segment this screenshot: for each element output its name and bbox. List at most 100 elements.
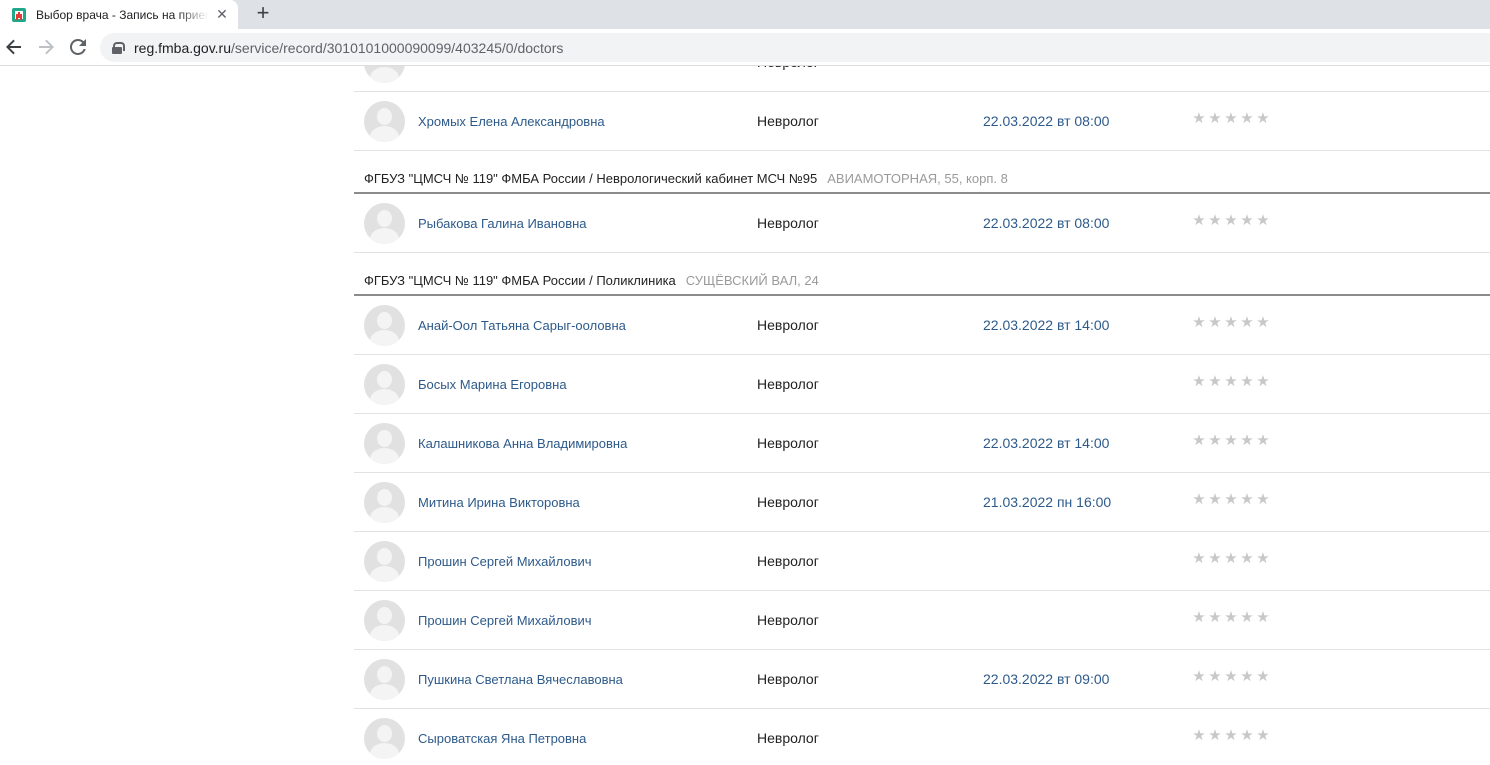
- browser-toolbar: reg.fmba.gov.ru/service/record/301010100…: [0, 29, 1490, 66]
- star-icon[interactable]: ★: [1240, 728, 1254, 744]
- doctor-rating: ★★★★★: [1192, 374, 1270, 390]
- star-icon[interactable]: ★: [1224, 315, 1238, 331]
- doctor-avatar: [364, 305, 405, 346]
- star-icon[interactable]: ★: [1208, 551, 1222, 567]
- star-icon[interactable]: ★: [1256, 433, 1270, 449]
- star-icon[interactable]: ★: [1192, 728, 1206, 744]
- nearest-appointment-link[interactable]: 21.03.2022 пн 16:00: [983, 494, 1111, 510]
- doctor-avatar: [364, 203, 405, 244]
- nearest-appointment-link[interactable]: 22.03.2022 вт 08:00: [983, 113, 1109, 129]
- star-icon[interactable]: ★: [1240, 610, 1254, 626]
- star-icon[interactable]: ★: [1192, 551, 1206, 567]
- star-icon[interactable]: ★: [1208, 111, 1222, 127]
- star-icon[interactable]: ★: [1256, 213, 1270, 229]
- star-icon[interactable]: ★: [1208, 610, 1222, 626]
- arrow-left-icon: [6, 39, 21, 55]
- doctor-name-link[interactable]: Хромых Елена Александровна: [418, 114, 605, 129]
- star-icon[interactable]: ★: [1208, 669, 1222, 685]
- doctor-name-link[interactable]: Калашникова Анна Владимировна: [418, 436, 627, 451]
- star-icon[interactable]: ★: [1192, 213, 1206, 229]
- star-icon[interactable]: ★: [1240, 433, 1254, 449]
- doctor-rating: ★★★★★: [1192, 213, 1270, 229]
- star-icon[interactable]: ★: [1208, 213, 1222, 229]
- star-icon[interactable]: ★: [1240, 669, 1254, 685]
- star-icon[interactable]: ★: [1192, 111, 1206, 127]
- star-icon[interactable]: ★: [1240, 315, 1254, 331]
- back-button[interactable]: [2, 35, 26, 59]
- reload-button[interactable]: [66, 35, 90, 59]
- doctor-name-link[interactable]: Прошин Сергей Михайлович: [418, 554, 592, 569]
- star-icon[interactable]: ★: [1256, 551, 1270, 567]
- star-icon[interactable]: ★: [1240, 213, 1254, 229]
- star-icon[interactable]: ★: [1192, 610, 1206, 626]
- clinic-group-header: ФГБУЗ "ЦМСЧ № 119" ФМБА России / Невроло…: [354, 151, 1490, 194]
- doctor-row: Калашникова Анна Владимировна Невролог 22.…: [354, 414, 1490, 473]
- star-icon[interactable]: ★: [1208, 492, 1222, 508]
- star-icon[interactable]: ★: [1256, 610, 1270, 626]
- star-icon[interactable]: ★: [1208, 374, 1222, 390]
- new-tab-button[interactable]: +: [252, 2, 274, 24]
- star-icon[interactable]: ★: [1224, 213, 1238, 229]
- star-icon[interactable]: ★: [1240, 492, 1254, 508]
- tab-close-icon[interactable]: ✕: [214, 6, 230, 22]
- doctor-rating: ★★★★★: [1192, 433, 1270, 449]
- doctor-row: Прошин Сергей Михайлович Невролог ★ ★ ★ ★ ★: [354, 532, 1490, 591]
- clinic-address: АВИАМОТОРНАЯ, 55, корп. 8: [827, 171, 1008, 186]
- doctor-rating: ★★★★★: [1192, 669, 1270, 685]
- star-icon[interactable]: ★: [1224, 66, 1238, 68]
- url-text[interactable]: reg.fmba.gov.ru/service/record/301010100…: [134, 40, 563, 56]
- star-icon[interactable]: ★: [1192, 66, 1206, 68]
- doctor-avatar: [364, 541, 405, 582]
- doctor-name-link[interactable]: Рыбакова Галина Ивановна: [418, 216, 587, 231]
- tab-strip: Выбор врача - Запись на прием к врачу ✕ …: [0, 0, 1490, 29]
- star-icon[interactable]: ★: [1256, 315, 1270, 331]
- nearest-appointment-link[interactable]: 22.03.2022 вт 14:00: [983, 317, 1109, 333]
- address-bar[interactable]: reg.fmba.gov.ru/service/record/301010100…: [100, 33, 1490, 62]
- doctor-specialty: Невролог: [757, 612, 819, 628]
- doctor-name-link[interactable]: Пушкина Светлана Вячеславовна: [418, 672, 623, 687]
- doctor-name-link[interactable]: Прошин Сергей Михайлович: [418, 613, 592, 628]
- star-icon[interactable]: ★: [1192, 669, 1206, 685]
- star-icon[interactable]: ★: [1208, 728, 1222, 744]
- arrow-right-icon: [39, 39, 54, 55]
- star-icon[interactable]: ★: [1256, 492, 1270, 508]
- star-icon[interactable]: ★: [1224, 374, 1238, 390]
- star-icon[interactable]: ★: [1224, 111, 1238, 127]
- doctor-name-link[interactable]: Босых Марина Егоровна: [418, 377, 567, 392]
- star-icon[interactable]: ★: [1256, 111, 1270, 127]
- star-icon[interactable]: ★: [1240, 111, 1254, 127]
- star-icon[interactable]: ★: [1192, 374, 1206, 390]
- star-icon[interactable]: ★: [1240, 66, 1254, 68]
- browser-tab-active[interactable]: Выбор врача - Запись на прием к врачу ✕: [0, 0, 238, 29]
- star-icon[interactable]: ★: [1256, 728, 1270, 744]
- star-icon[interactable]: ★: [1192, 315, 1206, 331]
- star-icon[interactable]: ★: [1224, 669, 1238, 685]
- star-icon[interactable]: ★: [1256, 669, 1270, 685]
- star-icon[interactable]: ★: [1224, 433, 1238, 449]
- tab-title: Выбор врача - Запись на прием к врачу: [36, 7, 208, 22]
- star-icon[interactable]: ★: [1208, 433, 1222, 449]
- star-icon[interactable]: ★: [1192, 433, 1206, 449]
- forward-button[interactable]: [34, 35, 58, 59]
- doctor-name-link[interactable]: Сыроватская Яна Петровна: [418, 731, 586, 746]
- star-icon[interactable]: ★: [1256, 374, 1270, 390]
- doctor-specialty: Невролог: [757, 435, 819, 451]
- star-icon[interactable]: ★: [1240, 551, 1254, 567]
- nearest-appointment-link[interactable]: 22.03.2022 вт 09:00: [983, 671, 1109, 687]
- nearest-appointment-link[interactable]: 22.03.2022 вт 08:00: [983, 215, 1109, 231]
- nearest-appointment-link[interactable]: 22.03.2022 вт 14:00: [983, 435, 1109, 451]
- star-icon[interactable]: ★: [1192, 492, 1206, 508]
- star-icon[interactable]: ★: [1224, 728, 1238, 744]
- doctor-specialty: Невролог: [757, 730, 819, 746]
- star-icon[interactable]: ★: [1240, 374, 1254, 390]
- doctor-name-link[interactable]: Анай-Оол Татьяна Сарыг-ооловна: [418, 318, 626, 333]
- doctor-row: Сыроватская Яна Петровна Невролог ★ ★ ★ ★ ★: [354, 709, 1490, 765]
- doctor-avatar: [364, 659, 405, 700]
- star-icon[interactable]: ★: [1224, 551, 1238, 567]
- star-icon[interactable]: ★: [1208, 66, 1222, 68]
- star-icon[interactable]: ★: [1224, 610, 1238, 626]
- doctor-name-link[interactable]: Митина Ирина Викторовна: [418, 495, 580, 510]
- star-icon[interactable]: ★: [1208, 315, 1222, 331]
- star-icon[interactable]: ★: [1224, 492, 1238, 508]
- star-icon[interactable]: ★: [1256, 66, 1270, 68]
